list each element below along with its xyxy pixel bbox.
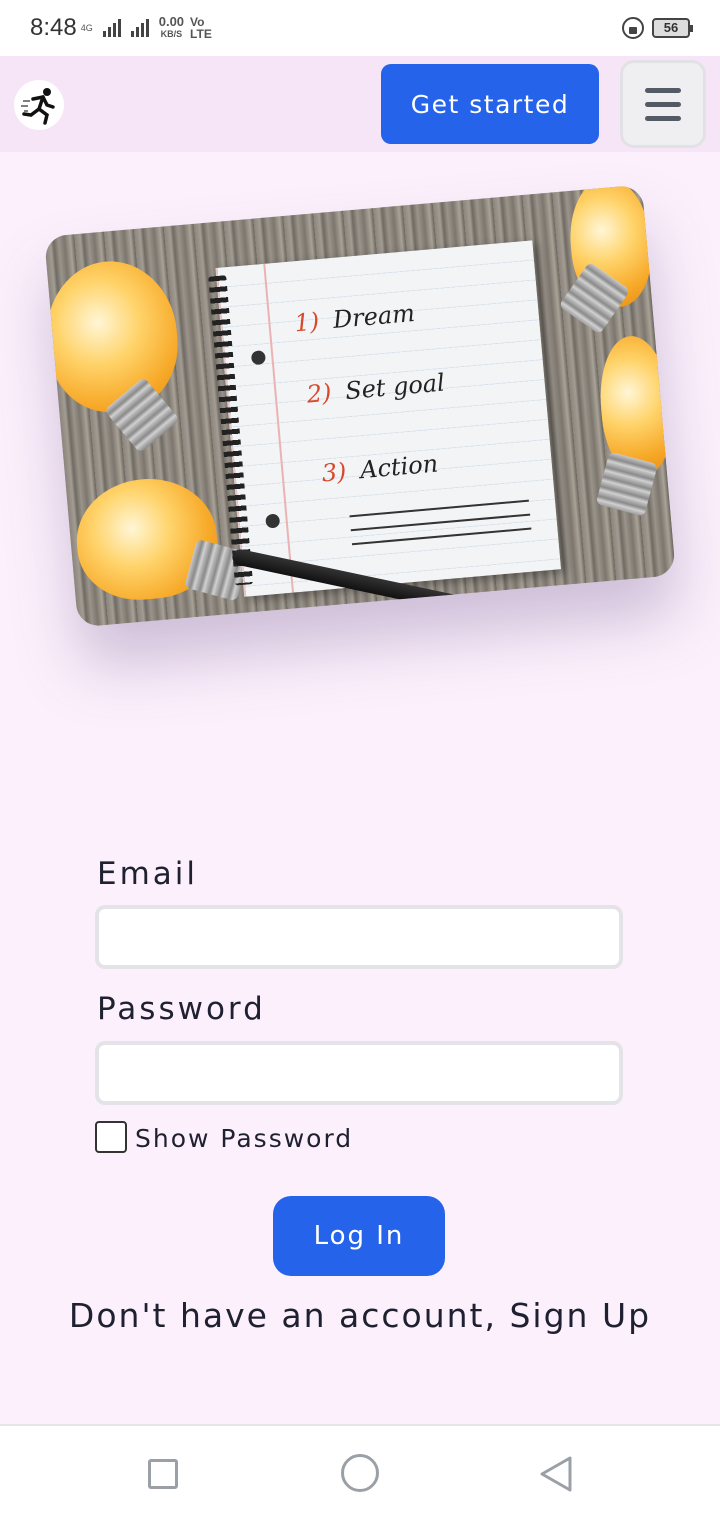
volte-indicator: Vo LTE: [190, 16, 212, 40]
signal-icon-2: [130, 19, 149, 37]
lightbulb-icon: [71, 473, 250, 605]
note-line-3: 3) Action: [321, 449, 440, 487]
hamburger-menu-icon: [645, 101, 681, 107]
note-text: Dream: [331, 298, 416, 334]
speed-value: 0.00: [158, 14, 185, 29]
email-field[interactable]: [95, 905, 623, 969]
scribble-line: [350, 513, 531, 532]
show-password-checkbox[interactable]: [95, 1121, 127, 1153]
notebook: 1) Dream 2) Set goal 3) Action: [208, 240, 561, 597]
hamburger-menu-icon: [645, 87, 681, 93]
status-time: 8:48: [30, 14, 77, 41]
status-bar: 8:48 4G 0.00 KB/S Vo LTE 56: [0, 0, 720, 56]
signup-prefix: Don't have an account,: [68, 1296, 510, 1335]
square-recent-apps-icon[interactable]: [148, 1459, 178, 1489]
hero-image: 1) Dream 2) Set goal 3) Action: [44, 184, 676, 628]
battery-icon: 56: [652, 18, 693, 38]
note-num: 1): [293, 307, 321, 338]
running-man-icon: [21, 88, 55, 125]
note-num: 2): [305, 378, 333, 409]
hamburger-menu-icon: [645, 115, 681, 121]
speed-unit: KB/S: [160, 29, 183, 39]
signup-prompt: Don't have an account, Sign Up: [0, 1296, 720, 1335]
note-num: 3): [320, 457, 348, 488]
signal-icon: [102, 19, 121, 37]
note-text: Action: [359, 449, 440, 485]
hero-illustration: 1) Dream 2) Set goal 3) Action: [44, 184, 676, 638]
app-header: Get started: [0, 56, 720, 152]
menu-button[interactable]: [620, 60, 706, 148]
triangle-back-icon[interactable]: [538, 1454, 574, 1494]
status-right: 56: [622, 17, 693, 39]
lightbulb-icon: [558, 184, 657, 335]
lte-label: LTE: [190, 27, 212, 41]
email-label: Email: [97, 856, 199, 892]
lightbulb-icon: [44, 255, 184, 454]
note-line-2: 2) Set goal: [306, 369, 446, 409]
scribble-line: [351, 527, 532, 546]
get-started-button[interactable]: Get started: [381, 64, 599, 144]
lightbulb-icon: [595, 333, 676, 517]
circle-home-icon[interactable]: [341, 1454, 379, 1492]
password-field[interactable]: [95, 1041, 623, 1105]
password-label: Password: [97, 991, 266, 1027]
login-button[interactable]: Log In: [273, 1196, 445, 1276]
network-speed: 0.00 KB/S: [158, 14, 185, 40]
show-password-label[interactable]: Show Password: [135, 1124, 353, 1153]
notebook-hole: [265, 513, 281, 529]
note-text: Set goal: [344, 368, 446, 406]
system-nav-bar: [0, 1424, 720, 1520]
signup-link[interactable]: Sign Up: [509, 1296, 651, 1335]
logo[interactable]: [14, 80, 64, 130]
notebook-hole: [250, 350, 266, 366]
note-line-1: 1) Dream: [293, 299, 416, 337]
rotation-lock-icon: [622, 17, 644, 39]
network-type-label: 4G: [80, 22, 93, 33]
scribble-line: [349, 499, 529, 518]
